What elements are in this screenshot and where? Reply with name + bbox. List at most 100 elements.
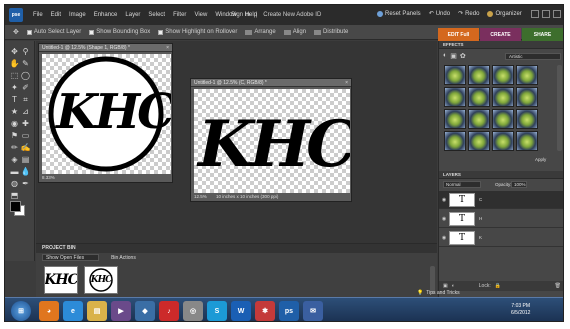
bin-thumbnail-1[interactable]: KHC: [44, 266, 78, 294]
shape-tool-icon[interactable]: ▬: [10, 167, 19, 176]
app-icon[interactable]: ◆: [135, 301, 155, 321]
menu-file[interactable]: File: [29, 12, 47, 18]
eraser-icon[interactable]: ▭: [21, 131, 30, 140]
skype-icon[interactable]: S: [207, 301, 227, 321]
show-bounding-checkbox[interactable]: Show Bounding Box: [89, 29, 150, 35]
apply-button[interactable]: Apply: [535, 157, 546, 162]
hand-tool-icon[interactable]: ✋: [10, 59, 20, 68]
move-tool-icon[interactable]: ✥: [10, 47, 19, 56]
menu-view[interactable]: View: [190, 12, 211, 18]
blur-tool-icon[interactable]: 💧: [21, 167, 31, 176]
explorer-icon[interactable]: ▤: [87, 301, 107, 321]
app-icon-2[interactable]: ◎: [183, 301, 203, 321]
gradient-icon[interactable]: ▤: [21, 155, 30, 164]
selection-brush-icon[interactable]: ✐: [21, 83, 30, 92]
redo-button[interactable]: ↷ Redo: [458, 10, 479, 18]
menu-filter[interactable]: Filter: [169, 12, 190, 18]
effects-scrollbar[interactable]: [557, 65, 562, 151]
effects-category-dropdown[interactable]: Artistic: [505, 53, 561, 60]
effect-thumbnail-10[interactable]: [468, 109, 490, 129]
menu-edit[interactable]: Edit: [47, 12, 65, 18]
visibility-icon[interactable]: ◉: [439, 235, 449, 241]
effect-thumbnail-1[interactable]: [444, 65, 466, 85]
effect-thumbnail-8[interactable]: [516, 87, 538, 107]
layer-row-1[interactable]: ◉ T C: [439, 191, 563, 209]
blend-mode-dropdown[interactable]: Normal: [443, 181, 481, 188]
word-icon[interactable]: W: [231, 301, 251, 321]
straighten-icon[interactable]: ⊿: [21, 107, 30, 116]
document-2-canvas[interactable]: KHC: [194, 89, 350, 193]
brush-icon[interactable]: ✏: [10, 143, 19, 152]
trash-icon[interactable]: 🗑: [555, 283, 561, 289]
magic-wand-icon[interactable]: ✦: [10, 83, 19, 92]
opacity-field[interactable]: 100%: [511, 181, 527, 188]
bin-actions-button[interactable]: Bin Actions: [111, 255, 136, 261]
organizer-button[interactable]: Organizer: [487, 10, 522, 17]
visibility-icon[interactable]: ◉: [439, 216, 449, 222]
effect-thumbnail-3[interactable]: [492, 65, 514, 85]
tab-share[interactable]: SHARE: [522, 28, 563, 41]
red-eye-icon[interactable]: ◉: [10, 119, 19, 128]
effect-thumbnail-15[interactable]: [492, 131, 514, 151]
tips-bar[interactable]: 💡 Tips and Tricks: [417, 290, 460, 296]
close-icon[interactable]: ×: [345, 79, 348, 87]
layer-row-2[interactable]: ◉ T H: [439, 210, 563, 228]
internet-explorer-icon[interactable]: e: [63, 301, 83, 321]
media-player-icon[interactable]: ▶: [111, 301, 131, 321]
document-1-canvas[interactable]: KHC: [42, 54, 171, 175]
app-icon-4[interactable]: ✉: [303, 301, 323, 321]
marquee-tool-icon[interactable]: ⬚: [10, 71, 19, 80]
start-button[interactable]: ⊞: [11, 301, 31, 321]
lasso-tool-icon[interactable]: ◯: [21, 71, 30, 80]
effect-thumbnail-9[interactable]: [444, 109, 466, 129]
healing-brush-icon[interactable]: ✚: [21, 119, 30, 128]
effect-thumbnail-7[interactable]: [492, 87, 514, 107]
minimize-button[interactable]: [531, 10, 539, 18]
effect-thumbnail-16[interactable]: [516, 131, 538, 151]
document-window-2[interactable]: Untitled-1 @ 12.5% (C, RGB/8) * × KHC 12.…: [190, 78, 352, 202]
tab-create[interactable]: CREATE: [480, 28, 521, 41]
paint-bucket-icon[interactable]: ◈: [10, 155, 19, 164]
close-icon[interactable]: ×: [166, 44, 169, 52]
effect-thumbnail-2[interactable]: [468, 65, 490, 85]
itunes-icon[interactable]: ♪: [159, 301, 179, 321]
eyedropper-icon[interactable]: ✎: [21, 59, 30, 68]
effect-thumbnail-14[interactable]: [468, 131, 490, 151]
show-files-dropdown[interactable]: Show Open Files: [42, 254, 100, 261]
smart-brush-icon[interactable]: ✍: [21, 143, 31, 152]
recompose-tool-icon[interactable]: ⬒: [10, 191, 19, 200]
effect-thumbnail-6[interactable]: [468, 87, 490, 107]
close-button[interactable]: [553, 10, 561, 18]
menu-layer[interactable]: Layer: [121, 12, 144, 18]
sign-in-link[interactable]: Sign In: [231, 12, 250, 18]
effect-thumbnail-13[interactable]: [444, 131, 466, 151]
align-button[interactable]: Align: [283, 29, 306, 35]
layer-styles-icon[interactable]: ▣: [450, 52, 457, 60]
effect-thumbnail-5[interactable]: [444, 87, 466, 107]
menu-select[interactable]: Select: [144, 12, 169, 18]
pencil-tool-icon[interactable]: ✒: [21, 179, 30, 188]
distribute-button[interactable]: Distribute: [314, 29, 348, 35]
sponge-tool-icon[interactable]: ◍: [10, 179, 19, 188]
menu-image[interactable]: Image: [65, 12, 90, 18]
effect-thumbnail-12[interactable]: [516, 109, 538, 129]
type-tool-icon[interactable]: T: [10, 95, 19, 104]
reset-panels-button[interactable]: Reset Panels: [377, 10, 421, 17]
foreground-color-swatch[interactable]: [10, 201, 21, 212]
auto-select-checkbox[interactable]: Auto Select Layer: [26, 29, 81, 35]
app-icon-3[interactable]: ✱: [255, 301, 275, 321]
visibility-icon[interactable]: ◉: [439, 197, 449, 203]
menu-enhance[interactable]: Enhance: [90, 12, 122, 18]
bin-thumbnail-2[interactable]: KHC: [84, 266, 118, 294]
document-2-titlebar[interactable]: Untitled-1 @ 12.5% (C, RGB/8) * ×: [191, 79, 351, 87]
tab-edit-full[interactable]: EDIT Full: [438, 28, 479, 41]
layer-row-3[interactable]: ◉ T K: [439, 229, 563, 247]
document-window-1[interactable]: Untitled-1 @ 12.5% (Shape 1, RGB/8) * × K…: [38, 43, 173, 183]
firefox-icon[interactable]: ◕: [39, 301, 59, 321]
show-highlight-checkbox[interactable]: Show Highlight on Rollover: [158, 29, 237, 35]
lock-icon[interactable]: 🔒: [495, 283, 501, 289]
adjustment-layer-icon[interactable]: ◐: [452, 283, 455, 289]
new-layer-icon[interactable]: ▣: [443, 283, 448, 289]
maximize-button[interactable]: [542, 10, 550, 18]
clock[interactable]: 7:03 PM 6/5/2012: [511, 303, 530, 317]
